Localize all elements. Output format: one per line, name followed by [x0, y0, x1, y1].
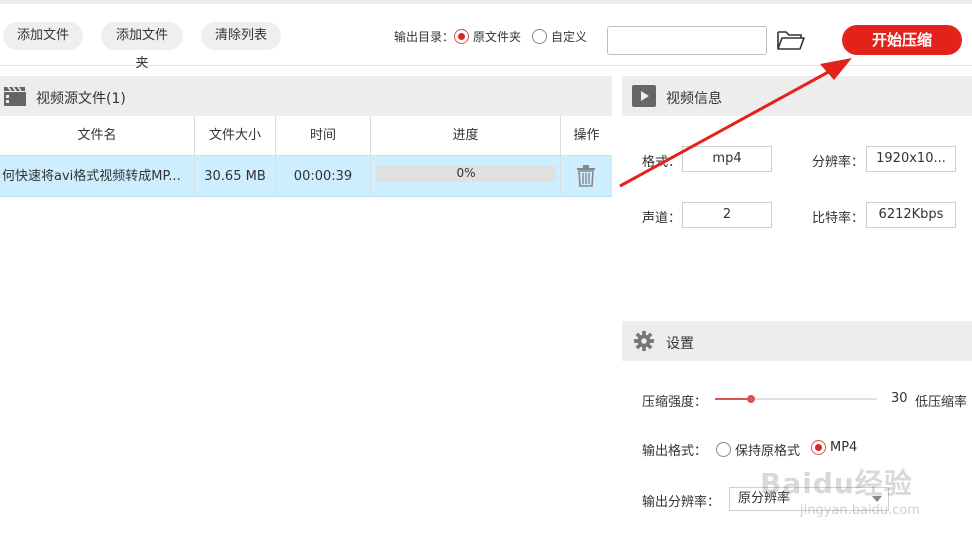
- resolution-value: 1920x10...: [866, 146, 956, 172]
- action-cell: [561, 156, 612, 197]
- channels-value: 2: [682, 202, 772, 228]
- output-format-label: 输出格式：: [642, 444, 708, 459]
- output-resolution-label: 输出分辨率：: [642, 495, 721, 510]
- file-size-cell: 30.65 MB: [195, 156, 276, 197]
- strength-slider-thumb[interactable]: [746, 395, 755, 403]
- radio-custom-label: 自定义: [551, 30, 588, 44]
- radio-mp4-format[interactable]: MP4: [811, 440, 857, 455]
- settings-header: 设置: [622, 321, 972, 361]
- open-folder-icon[interactable]: [776, 28, 806, 52]
- radio-original-label: 原文件夹: [473, 30, 522, 44]
- radio-original-folder[interactable]: 原文件夹: [454, 28, 521, 45]
- radio-unchecked-icon: [716, 442, 731, 457]
- output-path-input[interactable]: [607, 26, 767, 55]
- format-value: mp4: [682, 146, 772, 172]
- bitrate-value: 6212Kbps: [866, 202, 956, 228]
- col-action: 操作: [573, 128, 600, 143]
- trash-icon[interactable]: [576, 165, 596, 187]
- progress-text: 0%: [456, 166, 476, 180]
- col-filename: 文件名: [0, 116, 195, 156]
- toolbar: 添加文件 添加文件夹 清除列表 输出目录： 原文件夹 自定义 开始压缩: [0, 0, 972, 71]
- start-compress-button[interactable]: 开始压缩: [842, 25, 962, 55]
- clear-list-button[interactable]: 清除列表: [201, 22, 281, 50]
- col-filesize: 文件大小: [195, 116, 276, 156]
- radio-keep-format[interactable]: 保持原格式: [716, 440, 800, 459]
- strength-value: 30: [891, 391, 908, 406]
- add-folder-button[interactable]: 添加文件夹: [101, 22, 183, 71]
- settings-title: 设置: [666, 336, 694, 352]
- video-info-title: 视频信息: [666, 91, 722, 107]
- output-dir-label: 输出目录：: [394, 30, 455, 44]
- strength-slider[interactable]: [715, 395, 877, 403]
- add-file-button[interactable]: 添加文件: [3, 22, 83, 50]
- watermark: Baidu经验: [760, 467, 913, 500]
- source-files-title: 视频源文件(1): [36, 91, 126, 107]
- film-clapper-icon: [4, 86, 26, 106]
- radio-custom-folder[interactable]: 自定义: [532, 28, 587, 45]
- strength-label: 压缩强度：: [642, 395, 708, 410]
- gear-icon: [633, 330, 655, 352]
- file-table: 文件名 文件大小 时间 进度 操作 何快速将avi格式视频转成MP... 30.…: [0, 116, 612, 197]
- bitrate-label: 比特率：: [812, 211, 865, 226]
- radio-unchecked-icon: [532, 29, 547, 44]
- play-icon: [632, 85, 656, 107]
- watermark-url: jingyan.baidu.com: [800, 503, 920, 518]
- table-row[interactable]: 何快速将avi格式视频转成MP... 30.65 MB 00:00:39 0%: [0, 156, 612, 197]
- resolution-label: 分辨率：: [812, 155, 865, 170]
- table-header: 文件名 文件大小 时间 进度 操作: [0, 116, 612, 156]
- source-files-header: 视频源文件(1): [0, 76, 612, 116]
- video-info-header: 视频信息: [622, 76, 972, 116]
- radio-checked-icon: [811, 440, 826, 455]
- file-name-cell: 何快速将avi格式视频转成MP...: [0, 156, 195, 197]
- col-progress: 进度: [371, 116, 561, 156]
- radio-keep-format-label: 保持原格式: [735, 444, 801, 459]
- col-duration: 时间: [276, 116, 371, 156]
- radio-mp4-label: MP4: [830, 440, 858, 455]
- channels-label: 声道：: [642, 211, 682, 226]
- duration-cell: 00:00:39: [276, 156, 371, 197]
- format-label: 格式：: [642, 155, 682, 170]
- progress-cell: 0%: [371, 156, 561, 197]
- radio-checked-icon: [454, 29, 469, 44]
- strength-desc: 低压缩率: [915, 395, 968, 410]
- strength-slider-fill: [715, 398, 751, 400]
